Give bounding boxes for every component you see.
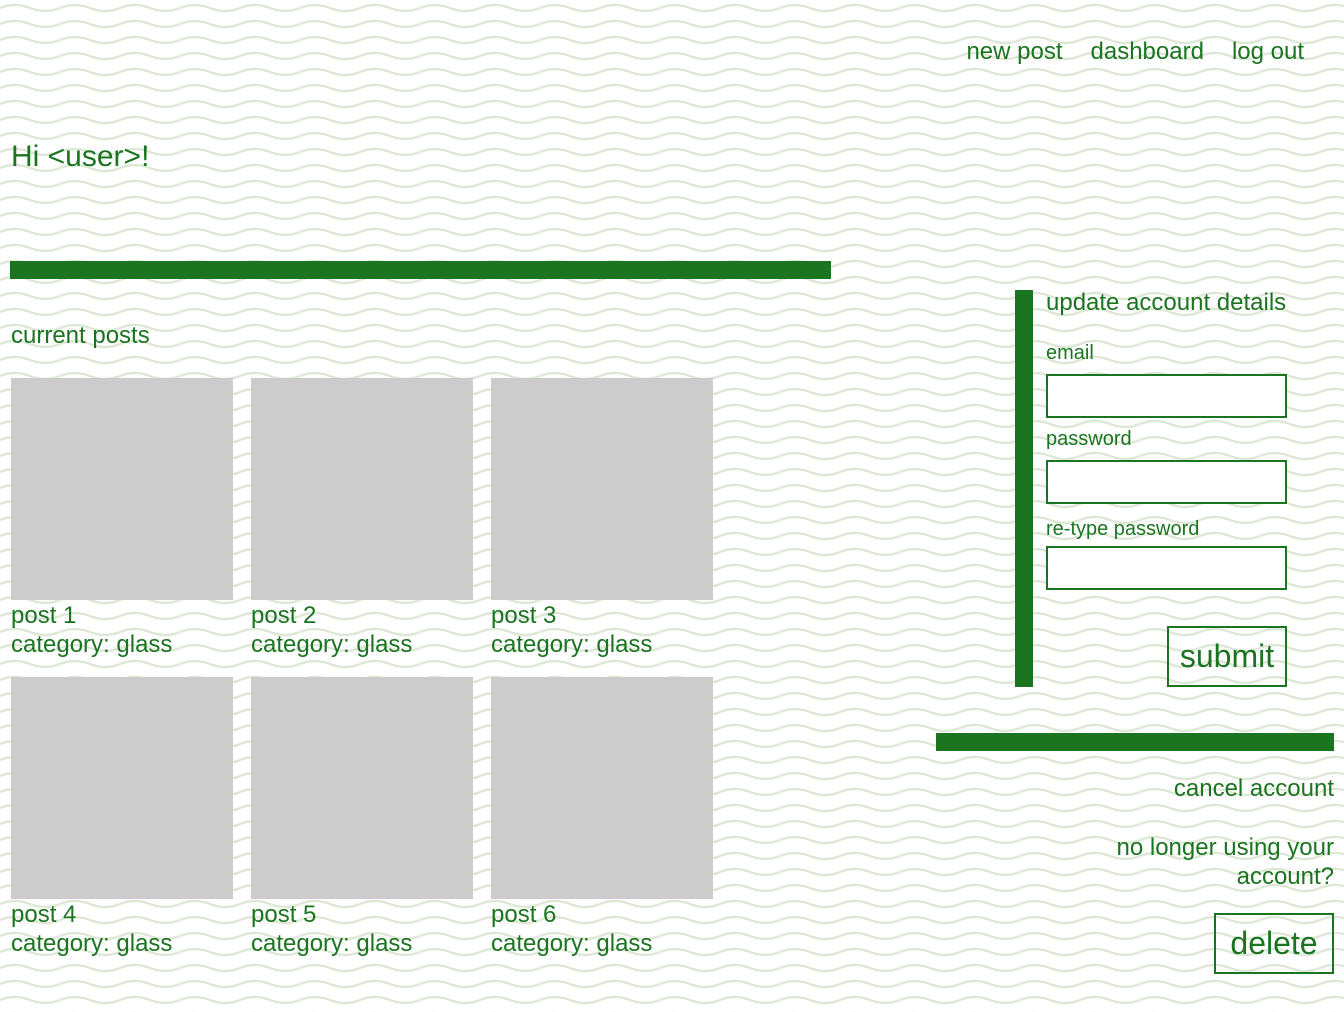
post-thumbnail[interactable] — [11, 677, 233, 899]
cancel-account-prompt: no longer using your account? — [1116, 834, 1334, 890]
post-name: post 1 — [11, 602, 77, 629]
post-card[interactable]: post 1 category: glass — [11, 378, 233, 677]
cancel-divider-bar — [936, 733, 1334, 751]
post-card[interactable]: post 4 category: glass — [11, 677, 233, 976]
post-name: post 4 — [11, 901, 77, 928]
new-post-link[interactable]: new post — [966, 38, 1062, 66]
greeting-heading: Hi <user>! — [11, 140, 150, 173]
post-thumbnail[interactable] — [11, 378, 233, 600]
posts-grid: post 1 category: glass post 2 category: … — [11, 378, 713, 976]
cancel-account-title: cancel account — [1173, 775, 1334, 802]
account-panel-bar — [1015, 290, 1033, 687]
current-posts-title: current posts — [11, 322, 150, 349]
retype-password-field[interactable] — [1046, 546, 1287, 590]
post-category: category: glass — [11, 930, 173, 957]
delete-account-button[interactable]: delete — [1214, 913, 1334, 974]
post-category: category: glass — [11, 631, 173, 658]
post-category: category: glass — [251, 631, 413, 658]
post-thumbnail[interactable] — [251, 677, 473, 899]
post-card[interactable]: post 2 category: glass — [251, 378, 473, 677]
account-panel-title: update account details — [1046, 289, 1287, 316]
post-thumbnail[interactable] — [491, 378, 713, 600]
top-nav: new post dashboard log out — [966, 38, 1304, 66]
email-field[interactable] — [1046, 374, 1287, 418]
post-thumbnail[interactable] — [251, 378, 473, 600]
post-name: post 5 — [251, 901, 317, 928]
post-name: post 6 — [491, 901, 557, 928]
post-card[interactable]: post 5 category: glass — [251, 677, 473, 976]
divider-bar — [10, 261, 831, 279]
password-field[interactable] — [1046, 460, 1287, 504]
submit-button[interactable]: submit — [1167, 626, 1287, 687]
post-name: post 3 — [491, 602, 557, 629]
log-out-link[interactable]: log out — [1232, 38, 1304, 66]
post-thumbnail[interactable] — [491, 677, 713, 899]
password-label: password — [1046, 428, 1132, 450]
retype-password-label: re-type password — [1046, 518, 1200, 540]
post-name: post 2 — [251, 602, 317, 629]
post-category: category: glass — [251, 930, 413, 957]
post-category: category: glass — [491, 631, 653, 658]
email-label: email — [1046, 342, 1094, 364]
dashboard-link[interactable]: dashboard — [1091, 38, 1204, 66]
post-card[interactable]: post 6 category: glass — [491, 677, 713, 976]
post-category: category: glass — [491, 930, 653, 957]
post-card[interactable]: post 3 category: glass — [491, 378, 713, 677]
